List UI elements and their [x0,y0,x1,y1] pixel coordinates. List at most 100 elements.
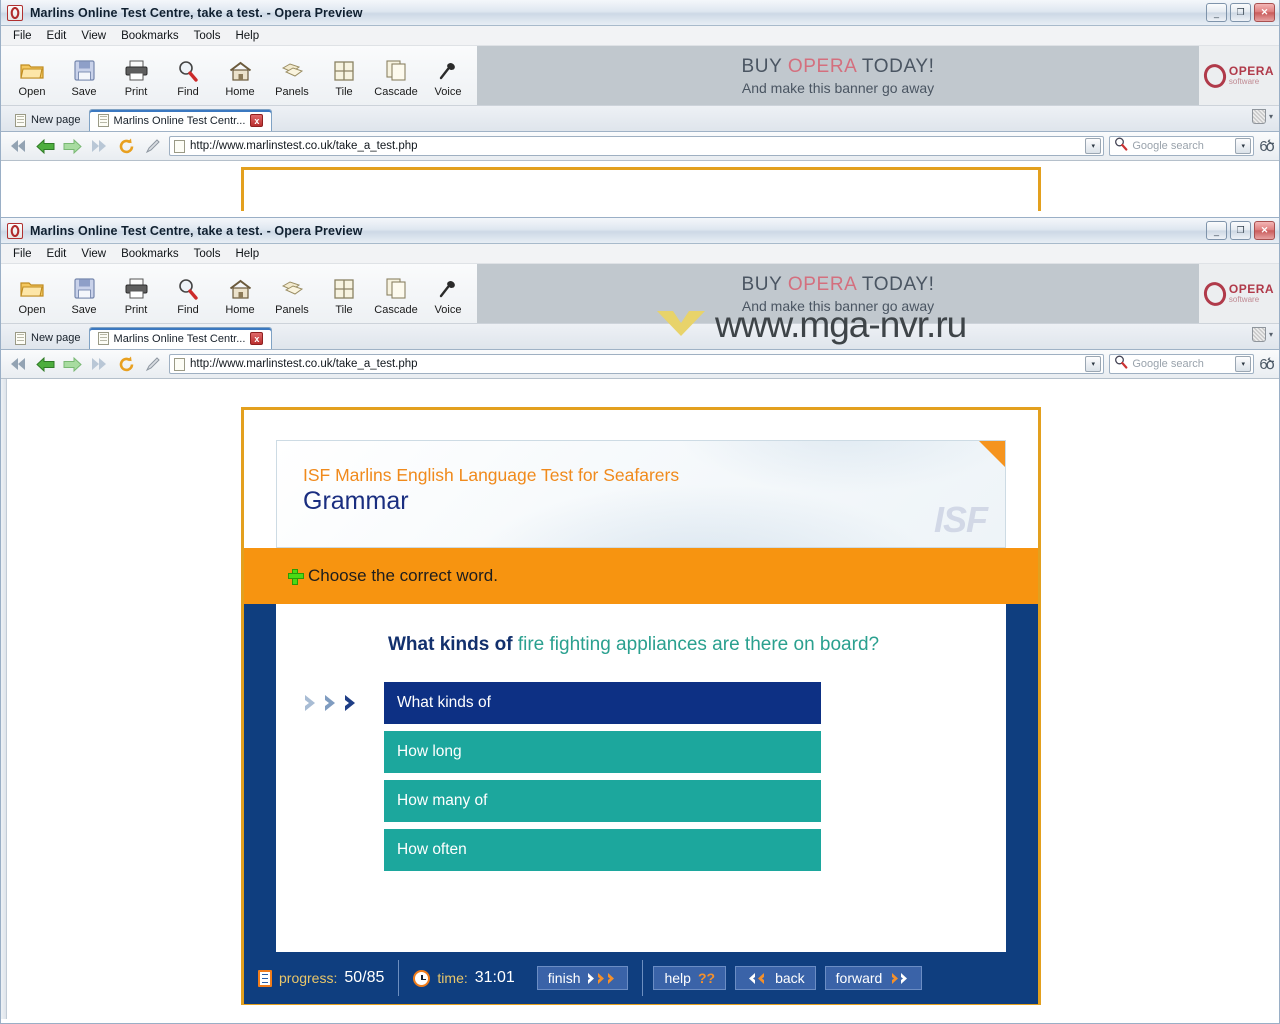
tabbar-background[interactable]: New page Marlins Online Test Centr... x … [1,106,1279,132]
tab-new-page[interactable]: New page [7,327,89,349]
toolbar-find-button[interactable]: Find [163,54,213,98]
search-input[interactable]: Google search ▾ [1109,354,1255,374]
opera-software-logo[interactable]: OPERA software [1199,46,1279,105]
magnifier-icon [177,58,199,84]
rewind-icon[interactable] [7,135,29,157]
menu-view[interactable]: View [75,247,112,261]
menu-file[interactable]: File [7,29,38,43]
close-button[interactable]: ✕ [1254,3,1275,22]
menu-help[interactable]: Help [229,29,265,43]
forward-button[interactable]: forward [824,966,923,990]
minimize-button[interactable]: _ [1206,3,1227,22]
tab-marlins-test[interactable]: Marlins Online Test Centr... x [88,327,273,349]
toolbar-save-button[interactable]: Save [59,54,109,98]
tab-new-page[interactable]: New page [7,109,89,131]
reload-icon[interactable] [115,135,137,157]
menu-tools[interactable]: Tools [188,247,227,261]
rewind-icon[interactable] [7,353,29,375]
answer-option[interactable]: How often [384,828,821,871]
address-input[interactable]: http://www.marlinstest.co.uk/take_a_test… [169,354,1105,374]
finish-button[interactable]: finish [536,966,629,990]
tab-close-icon[interactable]: x [250,332,264,345]
answer-option-selected[interactable]: What kinds of [384,681,821,724]
minimize-button[interactable]: _ [1206,221,1227,240]
opera-glasses-icon[interactable]: 6ծ [1259,137,1275,155]
tab-marlins-test[interactable]: Marlins Online Test Centr... x [88,109,273,131]
toolbar-open-button[interactable]: Open [7,272,57,316]
toolbar-print-button[interactable]: Print [111,272,161,316]
address-dropdown-button[interactable]: ▾ [1085,356,1102,372]
forward-arrow-icon[interactable] [61,353,83,375]
address-dropdown-button[interactable]: ▾ [1085,138,1102,154]
toolbar-voice-button[interactable]: Voice [423,54,473,98]
toolbar-panels-button[interactable]: Panels [267,54,317,98]
close-button[interactable]: ✕ [1254,221,1275,240]
foreground-browser-window[interactable]: Marlins Online Test Centre, take a test.… [0,218,1280,1024]
answer-option-row[interactable]: What kinds of [276,681,1006,724]
tab-close-icon[interactable]: x [250,114,264,127]
opera-glasses-icon[interactable]: 6ծ [1259,355,1275,373]
restore-button[interactable]: ❐ [1230,221,1251,240]
toolbar-cascade-button[interactable]: Cascade [371,54,421,98]
menu-bookmarks[interactable]: Bookmarks [115,29,185,43]
toolbar-home-button[interactable]: Home [215,54,265,98]
back-arrow-icon[interactable] [34,135,56,157]
toolbar-tile-button[interactable]: Tile [319,272,369,316]
addressbar-foreground[interactable]: http://www.marlinstest.co.uk/take_a_test… [1,350,1279,379]
menu-tools[interactable]: Tools [188,29,227,43]
chevron-down-icon[interactable]: ▾ [1269,112,1273,121]
opera-software-logo[interactable]: OPERA software [1199,264,1279,323]
main-toolbar-foreground[interactable]: Open Save Print Find Home Panels Tile Ca… [1,264,1279,324]
search-input[interactable]: Google search ▾ [1109,136,1255,156]
toolbar-print-button[interactable]: Print [111,54,161,98]
fast-forward-icon[interactable] [88,135,110,157]
menu-view[interactable]: View [75,29,112,43]
opera-ad-banner[interactable]: BUY OPERA TODAY! And make this banner go… [477,46,1279,105]
reload-icon[interactable] [115,353,137,375]
back-arrow-icon[interactable] [34,353,56,375]
pencil-icon[interactable] [142,135,164,157]
restore-button[interactable]: ❐ [1230,3,1251,22]
fast-forward-icon[interactable] [88,353,110,375]
menu-edit[interactable]: Edit [41,247,73,261]
search-engine-dropdown[interactable]: ▾ [1235,356,1252,372]
answer-option-row[interactable]: How many of [276,779,1006,822]
answer-option-row[interactable]: How often [276,828,1006,871]
toolbar-voice-button[interactable]: Voice [423,272,473,316]
addressbar-background[interactable]: http://www.marlinstest.co.uk/take_a_test… [1,132,1279,161]
address-input[interactable]: http://www.marlinstest.co.uk/take_a_test… [169,136,1105,156]
menu-edit[interactable]: Edit [41,29,73,43]
menu-bookmarks[interactable]: Bookmarks [115,247,185,261]
answer-option-row[interactable]: How long [276,730,1006,773]
answer-option[interactable]: How many of [384,779,821,822]
menu-help[interactable]: Help [229,247,265,261]
toolbar-tile-button[interactable]: Tile [319,54,369,98]
window-controls[interactable]: _ ❐ ✕ [1206,3,1275,22]
search-engine-dropdown[interactable]: ▾ [1235,138,1252,154]
window-controls[interactable]: _ ❐ ✕ [1206,221,1275,240]
chevron-down-icon[interactable]: ▾ [1269,330,1273,339]
toolbar-home-button[interactable]: Home [215,272,265,316]
trash-icon[interactable] [1251,327,1266,342]
toolbar-panels-button[interactable]: Panels [267,272,317,316]
tabbar-trash-area[interactable]: ▾ [1251,327,1273,342]
banner-message[interactable]: BUY OPERA TODAY! And make this banner go… [477,46,1199,105]
menubar-foreground[interactable]: File Edit View Bookmarks Tools Help [1,244,1279,264]
forward-arrow-icon[interactable] [61,135,83,157]
tabbar-foreground[interactable]: New page Marlins Online Test Centr... x … [1,324,1279,350]
answer-option[interactable]: How long [384,730,821,773]
help-button[interactable]: help ?? [653,966,727,990]
tabbar-trash-area[interactable]: ▾ [1251,109,1273,124]
toolbar-open-button[interactable]: Open [7,54,57,98]
background-browser-window[interactable]: Marlins Online Test Centre, take a test.… [0,0,1280,218]
pencil-icon[interactable] [142,353,164,375]
menubar-background[interactable]: File Edit View Bookmarks Tools Help [1,26,1279,46]
toolbar-save-button[interactable]: Save [59,272,109,316]
toolbar-cascade-button[interactable]: Cascade [371,272,421,316]
menu-file[interactable]: File [7,247,38,261]
back-button[interactable]: back [735,966,816,990]
toolbar-find-button[interactable]: Find [163,272,213,316]
tab-new-page-label: New page [31,114,81,126]
main-toolbar-background[interactable]: Open Save Print Find Home Panels Tile Ca… [1,46,1279,106]
trash-icon[interactable] [1251,109,1266,124]
